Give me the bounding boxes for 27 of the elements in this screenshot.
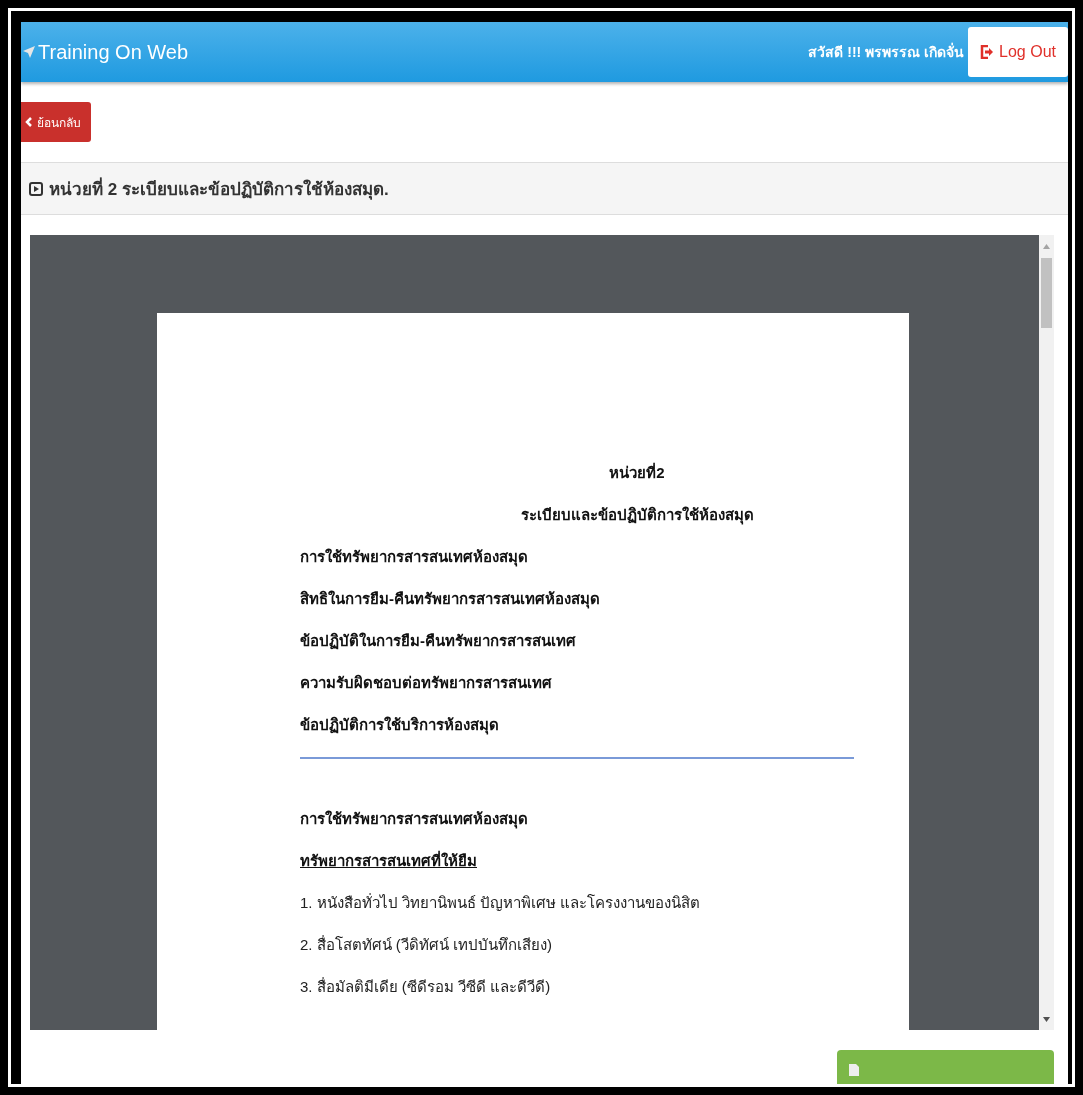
topic-line: การใช้ทรัพยากรสารสนเทศห้องสมุด (300, 547, 529, 567)
list-item: 1. หนังสือทั่วไป วิทยานิพนธ์ ปัญหาพิเศษ และโครงงานของนิสิต (300, 893, 702, 913)
list-item: 3. สื่อมัลติมีเดีย (ซีดีรอม วีซีดี และดีวีดี) (300, 977, 552, 997)
section-subtitle: ทรัพยากรสารสนเทศที่ให้ยืม (300, 851, 478, 871)
chevron-left-icon (25, 117, 33, 127)
logout-button[interactable]: Log Out (968, 27, 1068, 77)
play-square-icon (29, 181, 43, 196)
topic-line: ข้อปฏิบัติการใช้บริการห้องสมุด (300, 715, 500, 735)
section-title: การใช้ทรัพยากรสารสนเทศห้องสมุด (300, 809, 529, 829)
scroll-down-icon[interactable] (1043, 1017, 1050, 1022)
unit-title: หน่วยที่ 2 ระเบียบและข้อปฏิบัติการใช้ห้องสมุด. (49, 175, 389, 202)
back-button[interactable]: ย้อนกลับ (21, 102, 91, 142)
scroll-thumb[interactable] (1041, 258, 1052, 328)
scrollbar[interactable] (1039, 235, 1054, 1030)
next-button[interactable] (837, 1050, 1054, 1084)
logout-icon (980, 45, 995, 59)
plane-icon (23, 46, 35, 58)
document-heading: หน่วยที่2 (608, 463, 666, 483)
list-item: 2. สื่อโสตทัศน์ (วีดิทัศน์ เทปบันทึกเสียง) (300, 935, 553, 955)
topic-line: สิทธิในการยืม-คืนทรัพยากรสารสนเทศห้องสมุด (300, 589, 601, 609)
document-subheading: ระเบียบและข้อปฏิบัติการใช้ห้องสมุด (519, 505, 755, 525)
greeting-text: สวัสดี !!! พรพรรณ เกิดจั่น (808, 41, 965, 62)
scroll-up-icon[interactable] (1043, 244, 1050, 249)
topic-line: ความรับผิดชอบต่อทรัพยากรสารสนเทศ (300, 673, 553, 693)
topic-line: ข้อปฏิบัติในการยืม-คืนทรัพยากรสารสนเทศ (300, 631, 577, 651)
brand-title[interactable]: Training On Web (38, 40, 189, 64)
file-icon (849, 1064, 859, 1076)
